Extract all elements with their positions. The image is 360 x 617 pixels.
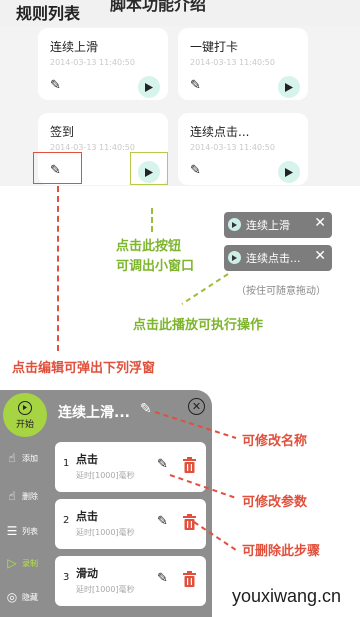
step-number: 3 [63,572,70,583]
play-connector-line [151,208,153,232]
close-icon[interactable]: ✕ [314,215,326,231]
edit-pencil-icon[interactable]: ✎ [190,163,201,178]
step-name: 点击 [76,510,98,523]
sidebar-item-label: 添加 [22,453,38,463]
sidebar-item-label: 隐藏 [22,592,38,602]
annotation-delete-step: 可删除此步骤 [242,544,321,559]
sidebar-item-add[interactable]: ☝ 添加 [0,451,50,465]
edit-pencil-icon[interactable]: ✎ [190,78,201,93]
rule-time: 2014-03-13 11:40:50 [190,143,275,152]
step-name: 点击 [76,453,98,466]
mini-play-icon[interactable] [228,218,241,231]
list-icon: ☰ [6,524,18,538]
sidebar-item-hide[interactable]: ◎ 隐藏 [0,590,50,604]
edit-pencil-icon[interactable]: ✎ [50,78,61,93]
play-circle-icon [18,400,32,415]
mini-window-label: 连续点击... [246,252,301,265]
rule-name: 连续点击... [190,125,250,139]
sidebar-item-list[interactable]: ☰ 列表 [0,524,50,538]
annotation-click-button: 点击此按钮 [116,239,182,254]
sidebar-item-label: 录制 [22,558,38,568]
step-delay: 延时[1000]毫秒 [76,585,135,594]
annotation-rename: 可修改名称 [242,434,308,449]
play-icon[interactable] [278,76,300,98]
step-name: 滑动 [76,567,98,580]
rule-card[interactable]: 一键打卡 2014-03-13 11:40:50 ✎ [178,28,308,100]
start-button[interactable]: 开始 [3,393,47,437]
edit-pencil-icon[interactable]: ✎ [157,571,168,586]
step-number: 1 [63,458,70,469]
rule-card[interactable]: 连续上滑 2014-03-13 11:40:50 ✎ [38,28,168,100]
annotation-edit-popup: 点击编辑可弹出下列浮窗 [12,361,156,376]
step-delay: 延时[1000]毫秒 [76,471,135,480]
rule-time: 2014-03-13 11:40:50 [190,58,275,67]
annotation-edit-params: 可修改参数 [242,495,308,510]
trash-icon[interactable] [182,571,197,587]
hand-add-icon: ☝ [8,451,16,465]
mini-window[interactable]: 连续上滑 ✕ [224,212,332,238]
sidebar-item-delete[interactable]: ☝ 删除 [0,489,50,503]
play-icon[interactable] [138,76,160,98]
rule-card[interactable]: 连续点击... 2014-03-13 11:40:50 ✎ [178,113,308,185]
panel-connector-lines [154,411,237,551]
step-number: 2 [63,515,70,526]
panel-title[interactable]: 连续上滑... [58,402,130,422]
edit-connector-line [57,186,59,351]
sidebar-item-record[interactable]: ▷ 录制 [0,556,50,570]
mini-window-label: 连续上滑 [246,219,290,232]
close-icon[interactable]: ✕ [314,248,326,264]
mini-connector-line [181,273,229,305]
rule-name: 连续上滑 [50,40,99,54]
rule-name: 签到 [50,125,75,139]
start-label: 开始 [15,419,34,430]
step-row[interactable]: 3 滑动 延时[1000]毫秒 ✎ [55,556,206,606]
step-delay: 延时[1000]毫秒 [76,528,135,537]
annotation-drag-hint: （按住可随意拖动） [236,286,326,297]
play-highlight-box [130,152,168,185]
mini-play-icon[interactable] [228,251,241,264]
rule-time: 2014-03-13 11:40:50 [50,143,135,152]
eye-hide-icon: ◎ [6,590,18,604]
hand-delete-icon: ☝ [8,489,16,503]
sidebar-item-label: 列表 [22,526,38,536]
mini-window[interactable]: 连续点击... ✕ [224,245,332,271]
page-title: 脚本功能介绍 [110,0,207,14]
rules-list-title: 规则列表 [16,4,81,23]
sidebar-item-label: 删除 [22,491,38,501]
edit-highlight-box [33,152,82,184]
rule-name: 一键打卡 [190,40,239,54]
watermark: youxiwang.cn [232,586,342,606]
play-icon[interactable] [278,161,300,183]
rule-time: 2014-03-13 11:40:50 [50,58,135,67]
annotation-play-exec: 点击此播放可执行操作 [133,318,264,333]
record-icon: ▷ [7,556,17,570]
